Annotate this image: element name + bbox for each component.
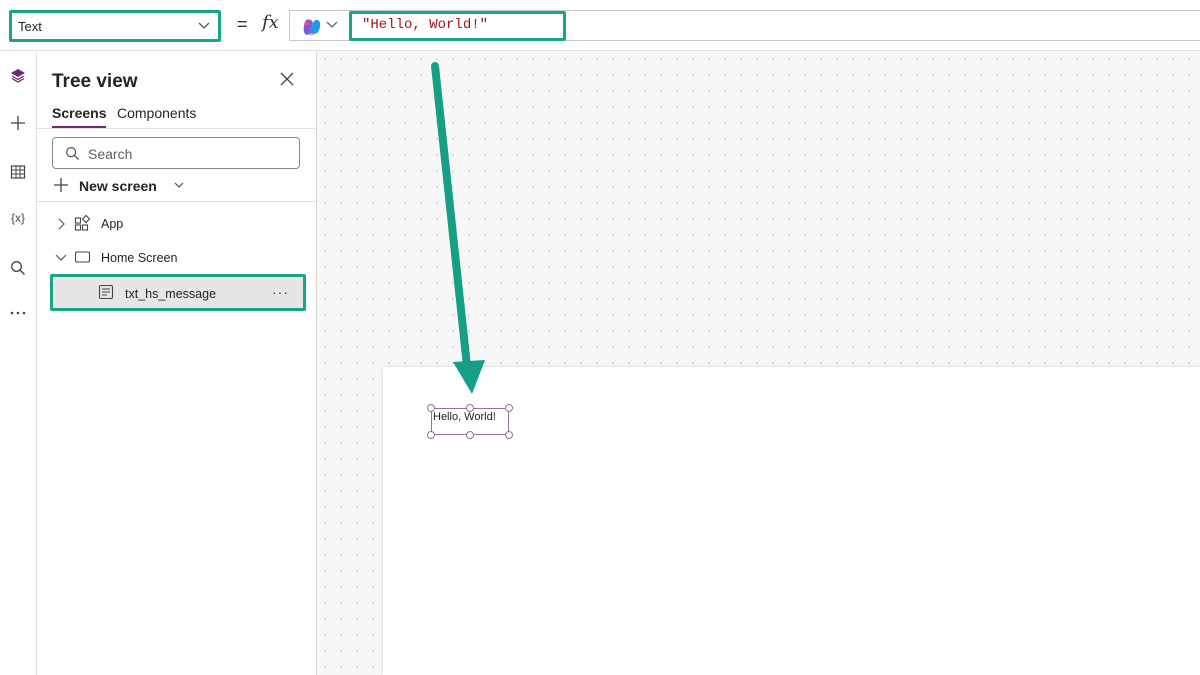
tree-node-app[interactable]: App	[53, 215, 303, 235]
close-icon[interactable]	[280, 72, 294, 86]
text-label-icon	[98, 284, 114, 300]
tab-screens[interactable]: Screens	[52, 105, 107, 128]
chevron-down-icon	[198, 22, 210, 29]
tree-node-txt-hs-message[interactable]: txt_hs_message ···	[53, 278, 303, 308]
resize-handle[interactable]	[427, 404, 435, 412]
formula-bar: Text = fx "Hello, World!"	[0, 0, 1200, 51]
resize-handle[interactable]	[466, 404, 474, 412]
label-text: Hello, World!	[433, 411, 496, 423]
tree-node-label: txt_hs_message	[125, 287, 217, 301]
more-icon[interactable]	[3, 299, 33, 327]
tree-view-panel: Tree view Screens Components New screen …	[37, 51, 317, 675]
search-input[interactable]	[86, 143, 290, 165]
property-dropdown[interactable]: Text	[10, 11, 220, 41]
app-icon	[74, 215, 91, 231]
tab-components[interactable]: Components	[117, 105, 196, 121]
left-rail: {x}	[0, 51, 37, 675]
copilot-icon[interactable]	[302, 17, 322, 37]
tree-node-label: Home Screen	[101, 251, 178, 265]
tree-node-home-screen[interactable]: Home Screen	[53, 249, 303, 269]
equals-sign: =	[237, 14, 248, 34]
property-dropdown-value: Text	[18, 19, 42, 34]
screen-icon	[74, 251, 91, 263]
search-box[interactable]	[52, 137, 300, 169]
fx-icon[interactable]: fx	[262, 12, 279, 33]
chevron-down-icon	[174, 182, 184, 188]
more-options-icon[interactable]: ···	[272, 284, 289, 300]
plus-icon	[54, 178, 68, 192]
layers-icon[interactable]	[3, 62, 33, 90]
resize-handle[interactable]	[427, 431, 435, 439]
chevron-right-icon[interactable]	[57, 218, 65, 230]
new-screen-label: New screen	[79, 178, 157, 194]
resize-handle[interactable]	[505, 431, 513, 439]
variables-icon[interactable]: {x}	[3, 204, 33, 232]
search-icon[interactable]	[3, 254, 33, 282]
tabs-divider	[37, 128, 316, 129]
resize-handle[interactable]	[466, 431, 474, 439]
search-icon	[65, 146, 80, 161]
resize-handle[interactable]	[505, 404, 513, 412]
table-icon[interactable]	[3, 158, 33, 186]
chevron-down-icon[interactable]	[55, 254, 67, 262]
divider	[37, 201, 316, 202]
tree-view-title: Tree view	[52, 71, 138, 92]
formula-text: "Hello, World!"	[362, 17, 489, 33]
formula-input[interactable]: "Hello, World!"	[289, 10, 1200, 41]
tree-node-label: App	[101, 217, 124, 231]
plus-icon[interactable]	[3, 109, 33, 137]
chevron-down-icon[interactable]	[326, 20, 338, 30]
